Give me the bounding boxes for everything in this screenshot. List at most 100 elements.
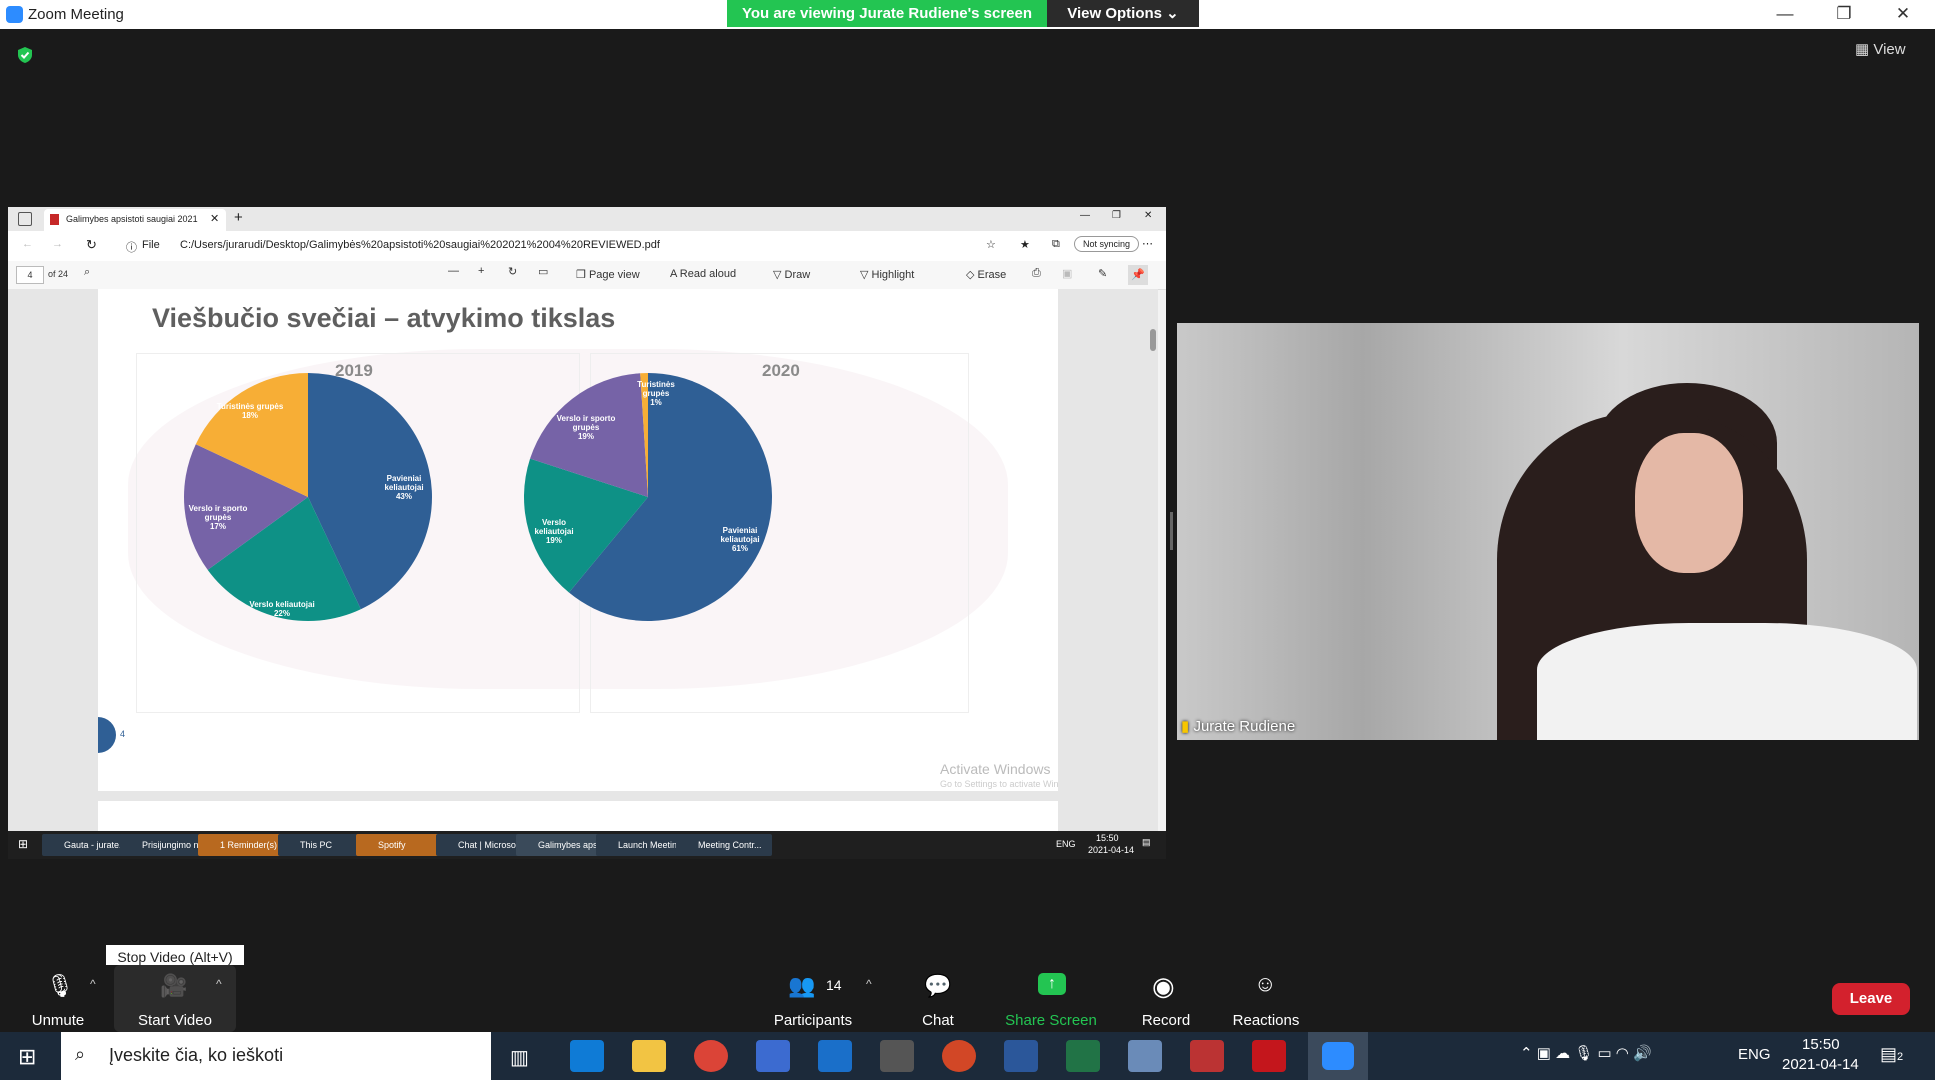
app-icon[interactable] — [880, 1040, 914, 1072]
reactions-button[interactable]: ☺ Reactions — [1224, 965, 1308, 1032]
close-icon[interactable]: ✕ — [1144, 210, 1152, 221]
reactions-icon: ☺ — [1254, 971, 1277, 996]
signal-icon: ▮ — [1181, 718, 1190, 735]
erase-button[interactable]: ◇ Erase — [966, 268, 1006, 281]
acrobat-icon[interactable] — [1252, 1040, 1286, 1072]
page-view-button[interactable]: ❒ Page view — [576, 268, 640, 281]
tray-icons[interactable]: ⌃ ▣ ☁ 🎙 ▭ ◠ 🔊 — [1520, 1044, 1652, 1062]
read-aloud-label: Read aloud — [679, 268, 737, 280]
share-screen-button[interactable]: ↑ Share Screen — [996, 965, 1106, 1032]
mail-icon[interactable] — [818, 1040, 852, 1072]
page-view-label: Page view — [588, 269, 640, 281]
audio-options-icon[interactable]: ^ — [90, 977, 96, 991]
viewing-banner: You are viewing Jurate Rudiene's screen — [727, 0, 1047, 27]
taskbar-date[interactable]: 2021-04-14 — [1782, 1056, 1859, 1073]
split-handle[interactable] — [1170, 512, 1173, 550]
menu-icon[interactable]: ⋯ — [1142, 237, 1153, 250]
scrollbar-thumb[interactable] — [1150, 329, 1156, 351]
share-screen-label: Share Screen — [1005, 1012, 1097, 1029]
notifications-icon[interactable]: ▤ — [1142, 837, 1151, 848]
page-total: of 24 — [48, 269, 69, 279]
zoom-app-icon — [6, 6, 23, 23]
pin-icon[interactable]: 📌 — [1128, 265, 1148, 285]
restore-icon[interactable]: ❐ — [1112, 210, 1121, 221]
view-options-label: View Options — [1067, 5, 1162, 22]
address-bar: ← → ↻ ⓘ File C:/Users/jurarudi/Desktop/G… — [8, 231, 1166, 262]
minimize-button[interactable]: — — [1765, 2, 1805, 26]
grid-icon: ▦ — [1855, 41, 1870, 58]
participants-count: 14 — [826, 977, 842, 993]
save-as-icon[interactable]: ✎ — [1098, 267, 1107, 280]
fit-page-icon[interactable]: ▭ — [538, 265, 548, 278]
save-icon[interactable]: ▣ — [1062, 267, 1072, 280]
excel-icon[interactable] — [1066, 1040, 1100, 1072]
activate-windows-watermark: Activate Windows — [940, 761, 1051, 777]
sync-badge[interactable]: Not syncing — [1074, 236, 1140, 252]
video-options-icon[interactable]: ^ — [216, 977, 222, 991]
participants-button[interactable]: 👥 14 Participants — [758, 965, 868, 1032]
eraser-icon: ◇ — [966, 269, 975, 281]
start-icon[interactable]: ⊞ — [18, 837, 28, 851]
browser-tab[interactable]: Galimybes apsistoti saugiai 2021 ✕ — [44, 209, 226, 231]
highlight-button[interactable]: ▽ Highlight — [860, 268, 914, 281]
url-field[interactable]: C:/Users/jurarudi/Desktop/Galimybės%20ap… — [180, 239, 660, 251]
task-view-icon[interactable]: ▥ — [510, 1045, 529, 1070]
windows-start-icon[interactable]: ⊞ — [18, 1044, 36, 1070]
share-screen-icon: ↑ — [1038, 973, 1066, 995]
chat-button[interactable]: 💬 Chat — [900, 965, 976, 1032]
rotate-icon[interactable]: ↻ — [508, 265, 517, 278]
edge-icon[interactable] — [570, 1040, 604, 1072]
powerpoint-icon[interactable] — [942, 1040, 976, 1072]
chrome-icon[interactable] — [694, 1040, 728, 1072]
new-tab-icon[interactable]: + — [234, 209, 243, 226]
store-icon[interactable] — [756, 1040, 790, 1072]
favorites-icon[interactable]: ★ — [1020, 238, 1030, 251]
close-tab-icon[interactable]: ✕ — [210, 212, 219, 225]
chevron-down-icon: ⌄ — [1166, 5, 1179, 22]
print-icon[interactable]: ⎙ — [1032, 267, 1041, 280]
draw-button[interactable]: ▽ Draw — [773, 268, 810, 281]
encryption-shield-icon[interactable] — [16, 46, 34, 64]
record-icon: ◉ — [1152, 971, 1175, 1001]
zoom-in-icon[interactable]: + — [478, 265, 484, 277]
media-icon[interactable] — [1190, 1040, 1224, 1072]
erase-label: Erase — [977, 269, 1007, 281]
action-center-button[interactable]: ▤2 — [1880, 1044, 1903, 1065]
search-icon[interactable]: ⌕ — [84, 266, 90, 279]
zoom-taskbar-button[interactable] — [1308, 1032, 1368, 1080]
forward-icon[interactable]: → — [52, 238, 63, 250]
taskbar-time[interactable]: 15:50 — [1802, 1036, 1840, 1053]
tab-actions-icon[interactable] — [18, 212, 32, 226]
collections-icon[interactable]: ⧉ — [1052, 238, 1060, 251]
participant-name-label: Jurate Rudiene — [1193, 718, 1296, 735]
zoom-out-icon[interactable]: — — [448, 265, 459, 277]
view-button[interactable]: ▦ View — [1855, 40, 1919, 62]
video-tile[interactable]: ▮ Jurate Rudiene — [1177, 323, 1919, 740]
favorite-icon[interactable]: ☆ — [986, 238, 996, 251]
view-options-button[interactable]: View Options ⌄ — [1047, 0, 1199, 27]
slide-page-number: 4 — [120, 729, 126, 739]
participants-icon: 👥 — [788, 973, 816, 998]
taskbar-lang[interactable]: ENG — [1738, 1046, 1771, 1063]
refresh-icon[interactable]: ↻ — [86, 237, 97, 253]
close-button[interactable]: ✕ — [1883, 2, 1923, 26]
shared-lang: ENG — [1056, 839, 1076, 849]
leave-button[interactable]: Leave — [1832, 983, 1910, 1015]
participants-options-icon[interactable]: ^ — [866, 977, 872, 991]
browser-tabbar: Galimybes apsistoti saugiai 2021 ✕ + — ❐… — [8, 207, 1166, 231]
minimize-icon[interactable]: — — [1080, 210, 1090, 221]
back-icon[interactable]: ← — [22, 238, 33, 250]
unmute-button[interactable]: 🎙 Unmute — [20, 965, 96, 1032]
next-pdf-page — [98, 801, 1058, 831]
file-explorer-icon[interactable] — [632, 1040, 666, 1072]
notification-count: 2 — [1897, 1051, 1904, 1063]
snipping-icon[interactable] — [1128, 1040, 1162, 1072]
start-video-button[interactable]: 🎥 Start Video — [114, 965, 236, 1032]
taskbar-search[interactable]: ⌕ Įveskite čia, ko ieškoti — [61, 1032, 491, 1080]
read-aloud-button[interactable]: A Read aloud — [670, 268, 736, 280]
word-icon[interactable] — [1004, 1040, 1038, 1072]
page-number-input[interactable]: 4 — [16, 266, 44, 284]
shared-taskbar-item[interactable]: Meeting Contr... — [676, 834, 772, 856]
record-button[interactable]: ◉ Record — [1126, 965, 1206, 1032]
restore-button[interactable]: ❐ — [1824, 2, 1864, 26]
